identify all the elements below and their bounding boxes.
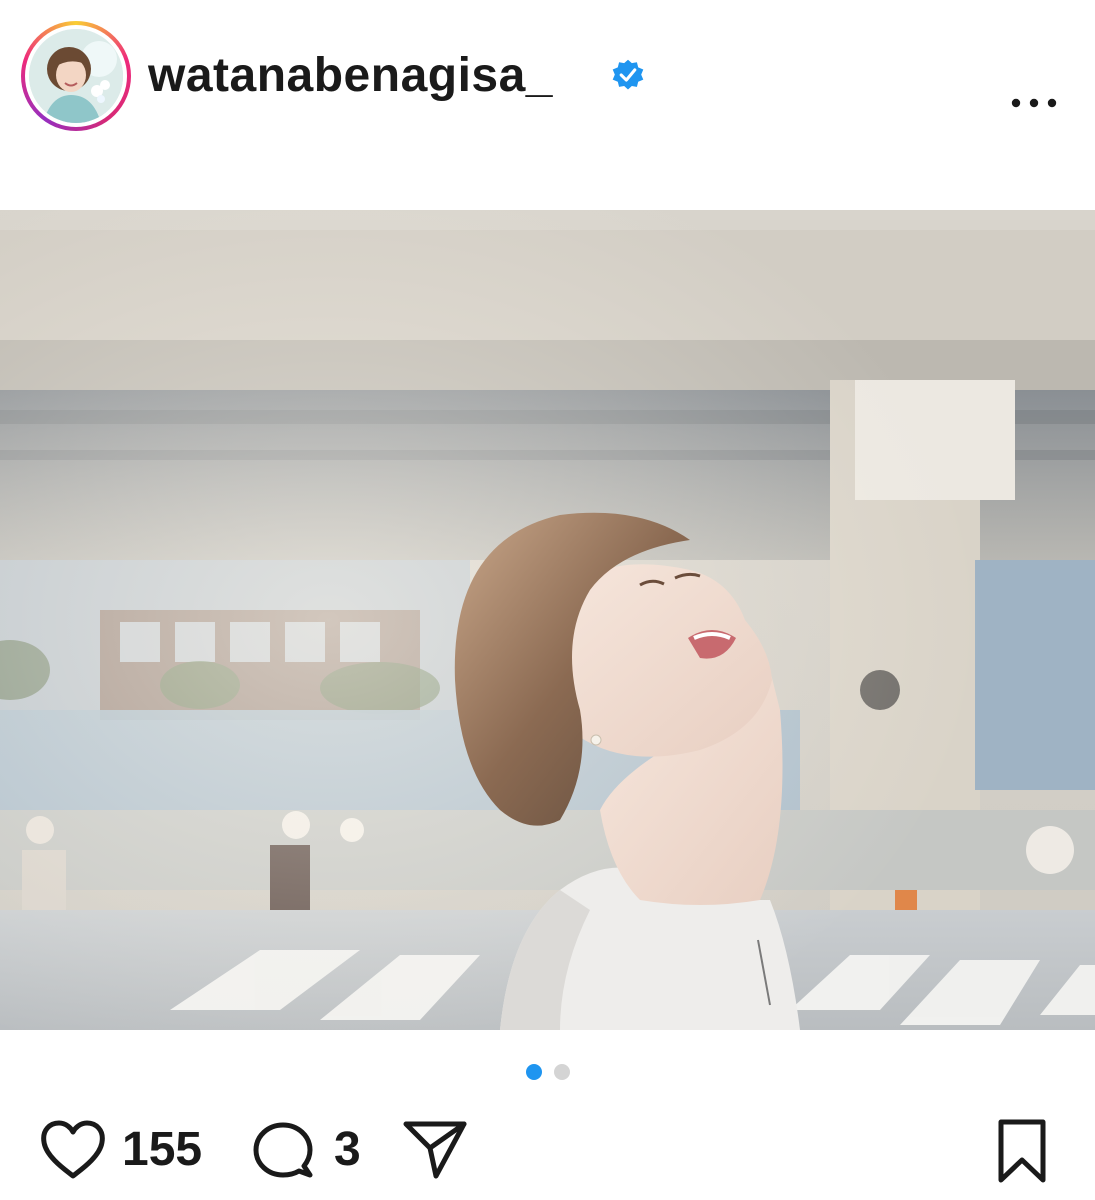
send-paper-plane-icon[interactable]: [402, 1118, 468, 1182]
more-dots-icon[interactable]: [1008, 90, 1060, 116]
post-photo[interactable]: [0, 210, 1095, 1030]
heart-icon[interactable]: [40, 1120, 106, 1180]
carousel-dot-active[interactable]: [525, 1064, 542, 1080]
comment-bubble-icon[interactable]: [252, 1120, 314, 1180]
post-actions: 155 3: [0, 1110, 1095, 1190]
verified-badge-icon: [612, 59, 644, 90]
avatar[interactable]: [29, 29, 123, 123]
story-ring[interactable]: [21, 21, 131, 131]
username[interactable]: watanabenagisa_: [148, 48, 553, 104]
avatar-image: [29, 29, 123, 123]
comments-count[interactable]: 3: [334, 1120, 361, 1180]
likes-count[interactable]: 155: [122, 1120, 202, 1180]
post-header: watanabenagisa_: [0, 0, 1095, 160]
bookmark-icon[interactable]: [995, 1118, 1049, 1184]
carousel-indicator: [0, 1064, 1095, 1082]
carousel-dot[interactable]: [553, 1064, 570, 1080]
post-photo-illustration: [0, 210, 1095, 1030]
